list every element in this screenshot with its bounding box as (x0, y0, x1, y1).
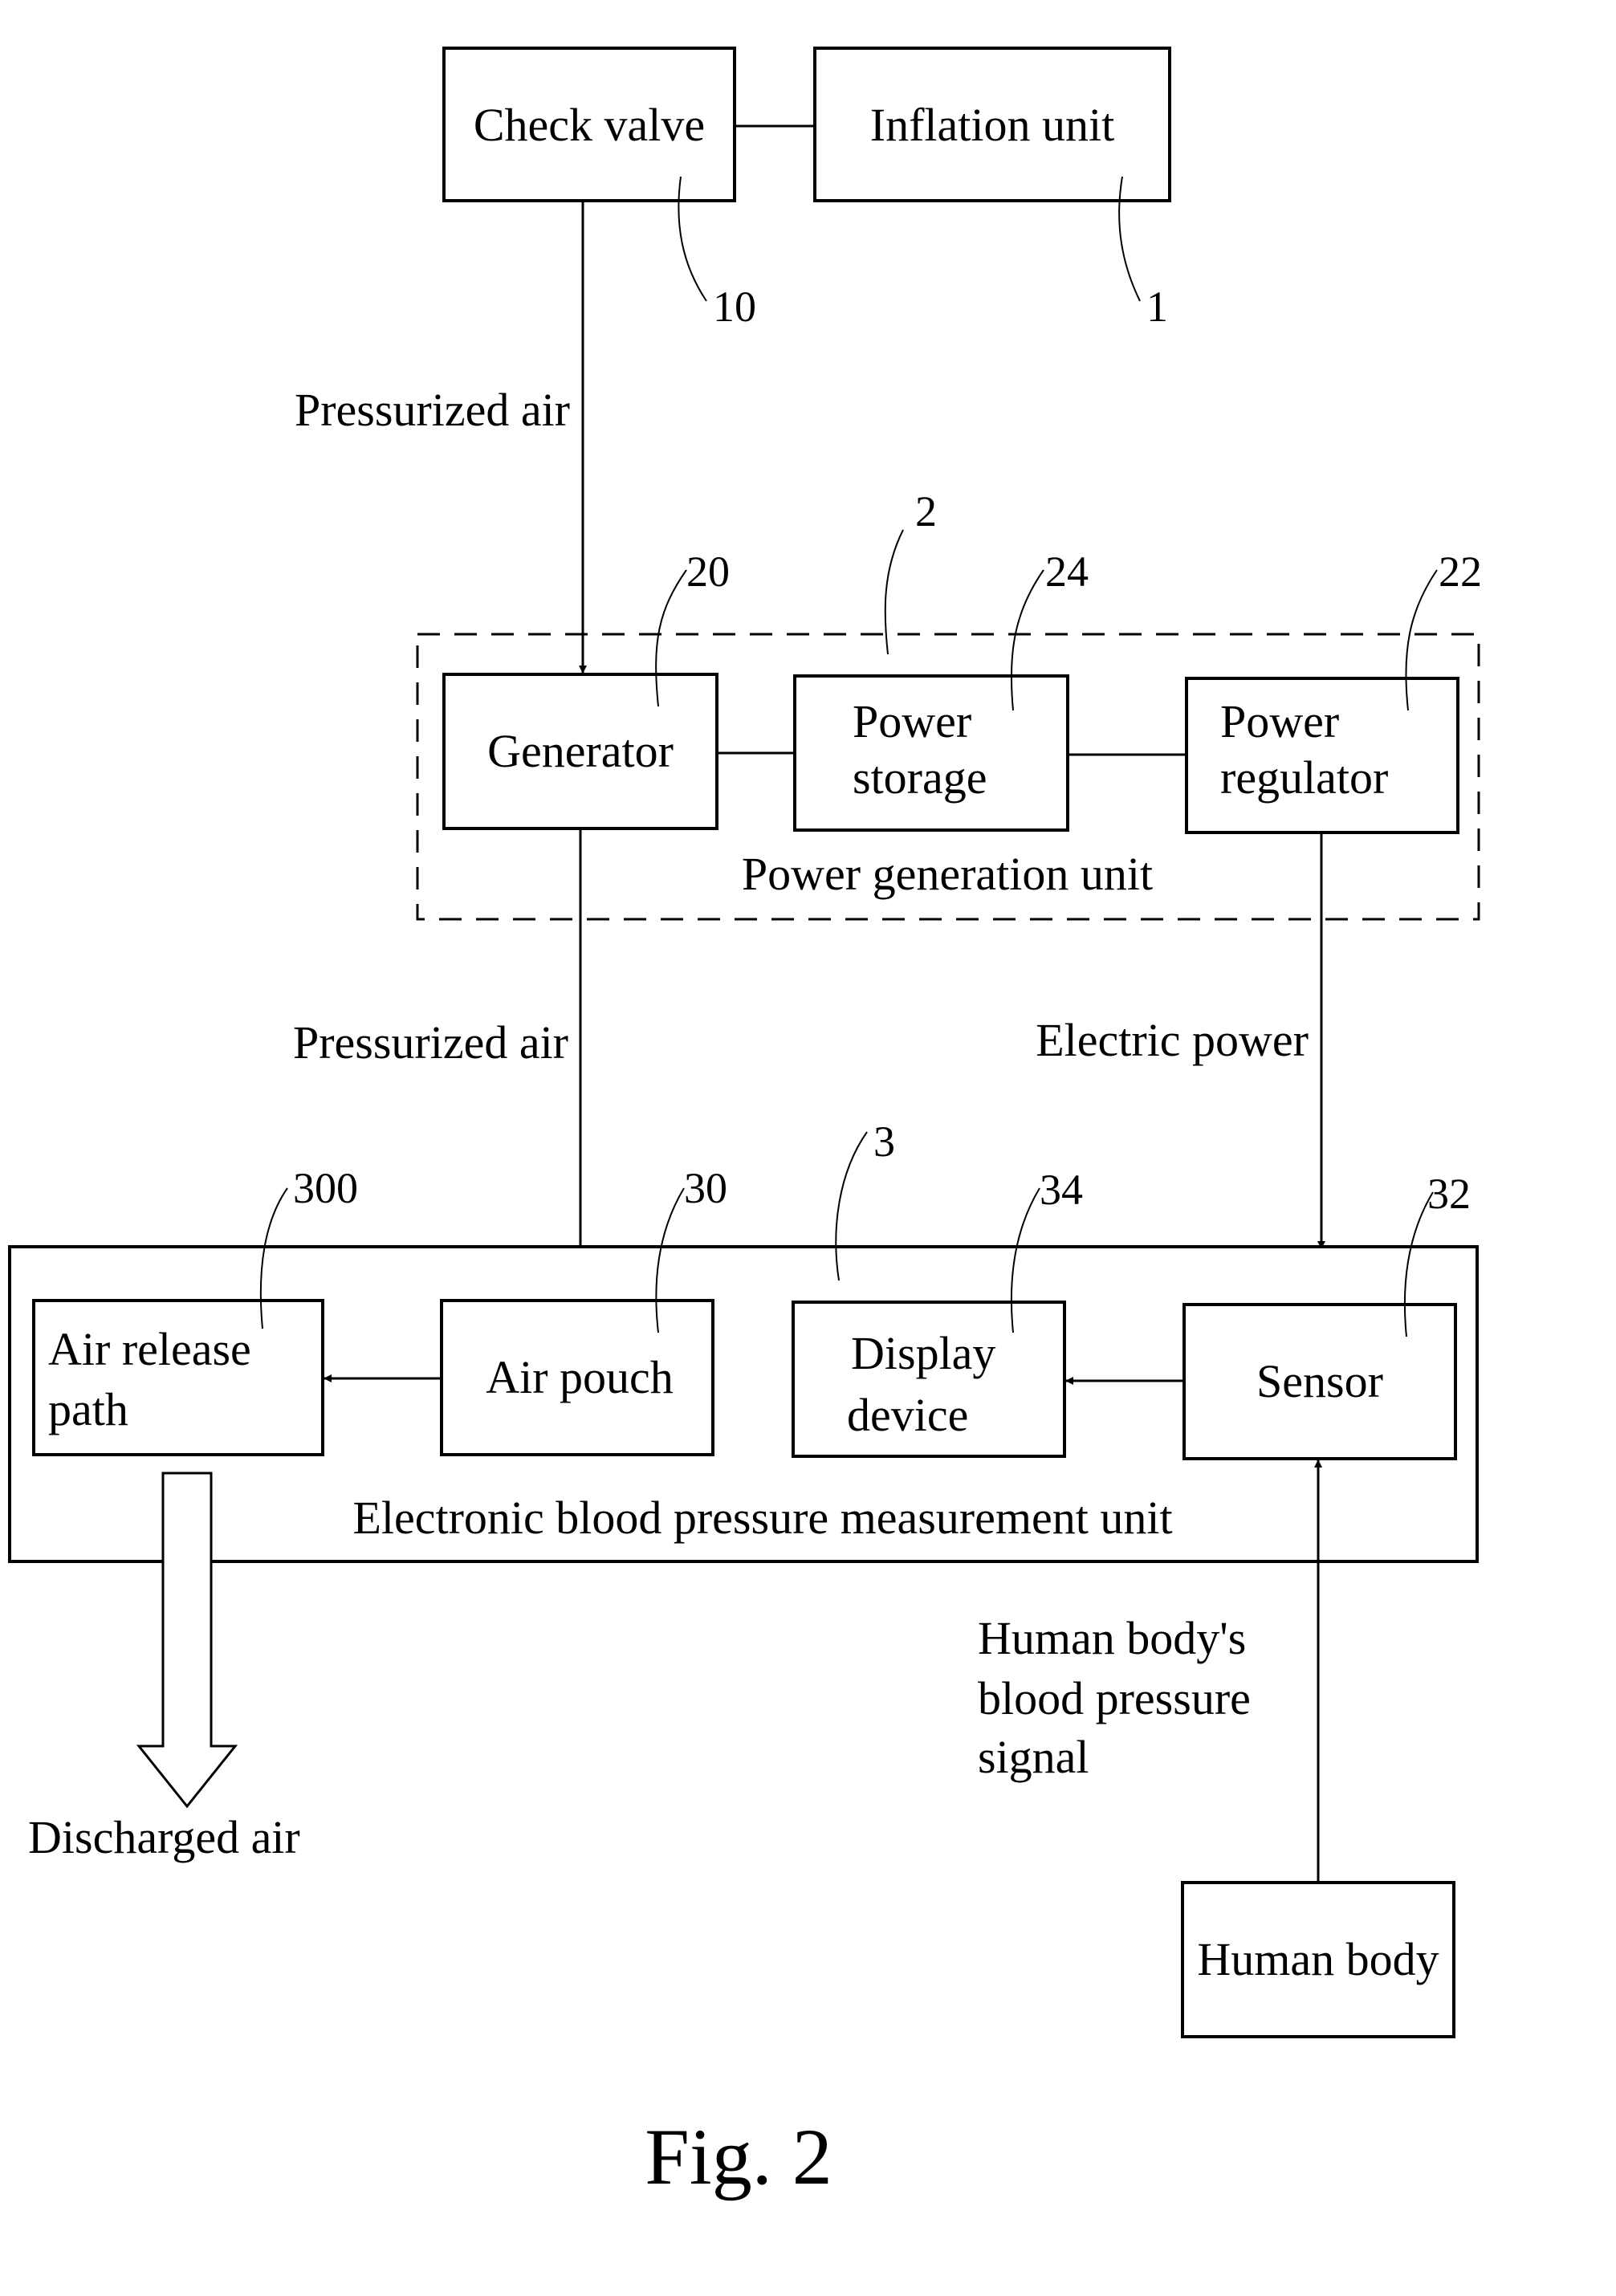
ref-10: 10 (713, 283, 756, 331)
human-body-label: Human body (1197, 1933, 1439, 1985)
sensor-label: Sensor (1256, 1355, 1383, 1407)
block-diagram: Check valve Inflation unit 10 1 Pressuri… (8, 47, 1482, 2201)
flow-label-bp-signal-line2: blood pressure (978, 1672, 1251, 1724)
ref-32: 32 (1427, 1170, 1471, 1218)
flow-label-electric-power: Electric power (1036, 1014, 1309, 1066)
figure-caption: Fig. 2 (645, 2112, 832, 2201)
ref-30: 30 (684, 1164, 727, 1212)
ref-24: 24 (1045, 548, 1089, 596)
generator-label: Generator (487, 725, 674, 777)
air-pouch-label: Air pouch (486, 1351, 674, 1403)
ref-34: 34 (1040, 1166, 1083, 1214)
ref-20: 20 (686, 548, 730, 596)
air-release-path-label-line1: Air release (48, 1323, 251, 1375)
ref-3: 3 (873, 1117, 895, 1166)
flow-label-bp-signal-line3: signal (978, 1731, 1089, 1783)
measurement-unit-label: Electronic blood pressure measurement un… (352, 1492, 1172, 1544)
flow-label-bp-signal-line1: Human body's (978, 1612, 1246, 1664)
power-regulator-label-line2: regulator (1220, 751, 1388, 804)
power-storage-label-line2: storage (853, 751, 987, 804)
ref-leader-2 (884, 529, 904, 655)
power-regulator-label-line1: Power (1220, 695, 1339, 747)
display-device-label-line1: Display (851, 1327, 995, 1379)
ref-1: 1 (1146, 283, 1168, 331)
power-generation-unit-label: Power generation unit (742, 848, 1153, 900)
flow-label-pressurized-air-2: Pressurized air (293, 1016, 568, 1069)
inflation-unit-label: Inflation unit (870, 99, 1114, 151)
ref-2: 2 (915, 487, 937, 535)
power-storage-label-line1: Power (853, 695, 971, 747)
flow-label-discharged-air: Discharged air (28, 1811, 300, 1863)
flow-label-pressurized-air-1: Pressurized air (295, 384, 570, 436)
ref-300: 300 (293, 1164, 358, 1212)
air-release-path-label-line2: path (48, 1383, 128, 1435)
display-device-label-line2: device (847, 1389, 968, 1441)
check-valve-label: Check valve (474, 99, 705, 151)
ref-22: 22 (1439, 548, 1482, 596)
